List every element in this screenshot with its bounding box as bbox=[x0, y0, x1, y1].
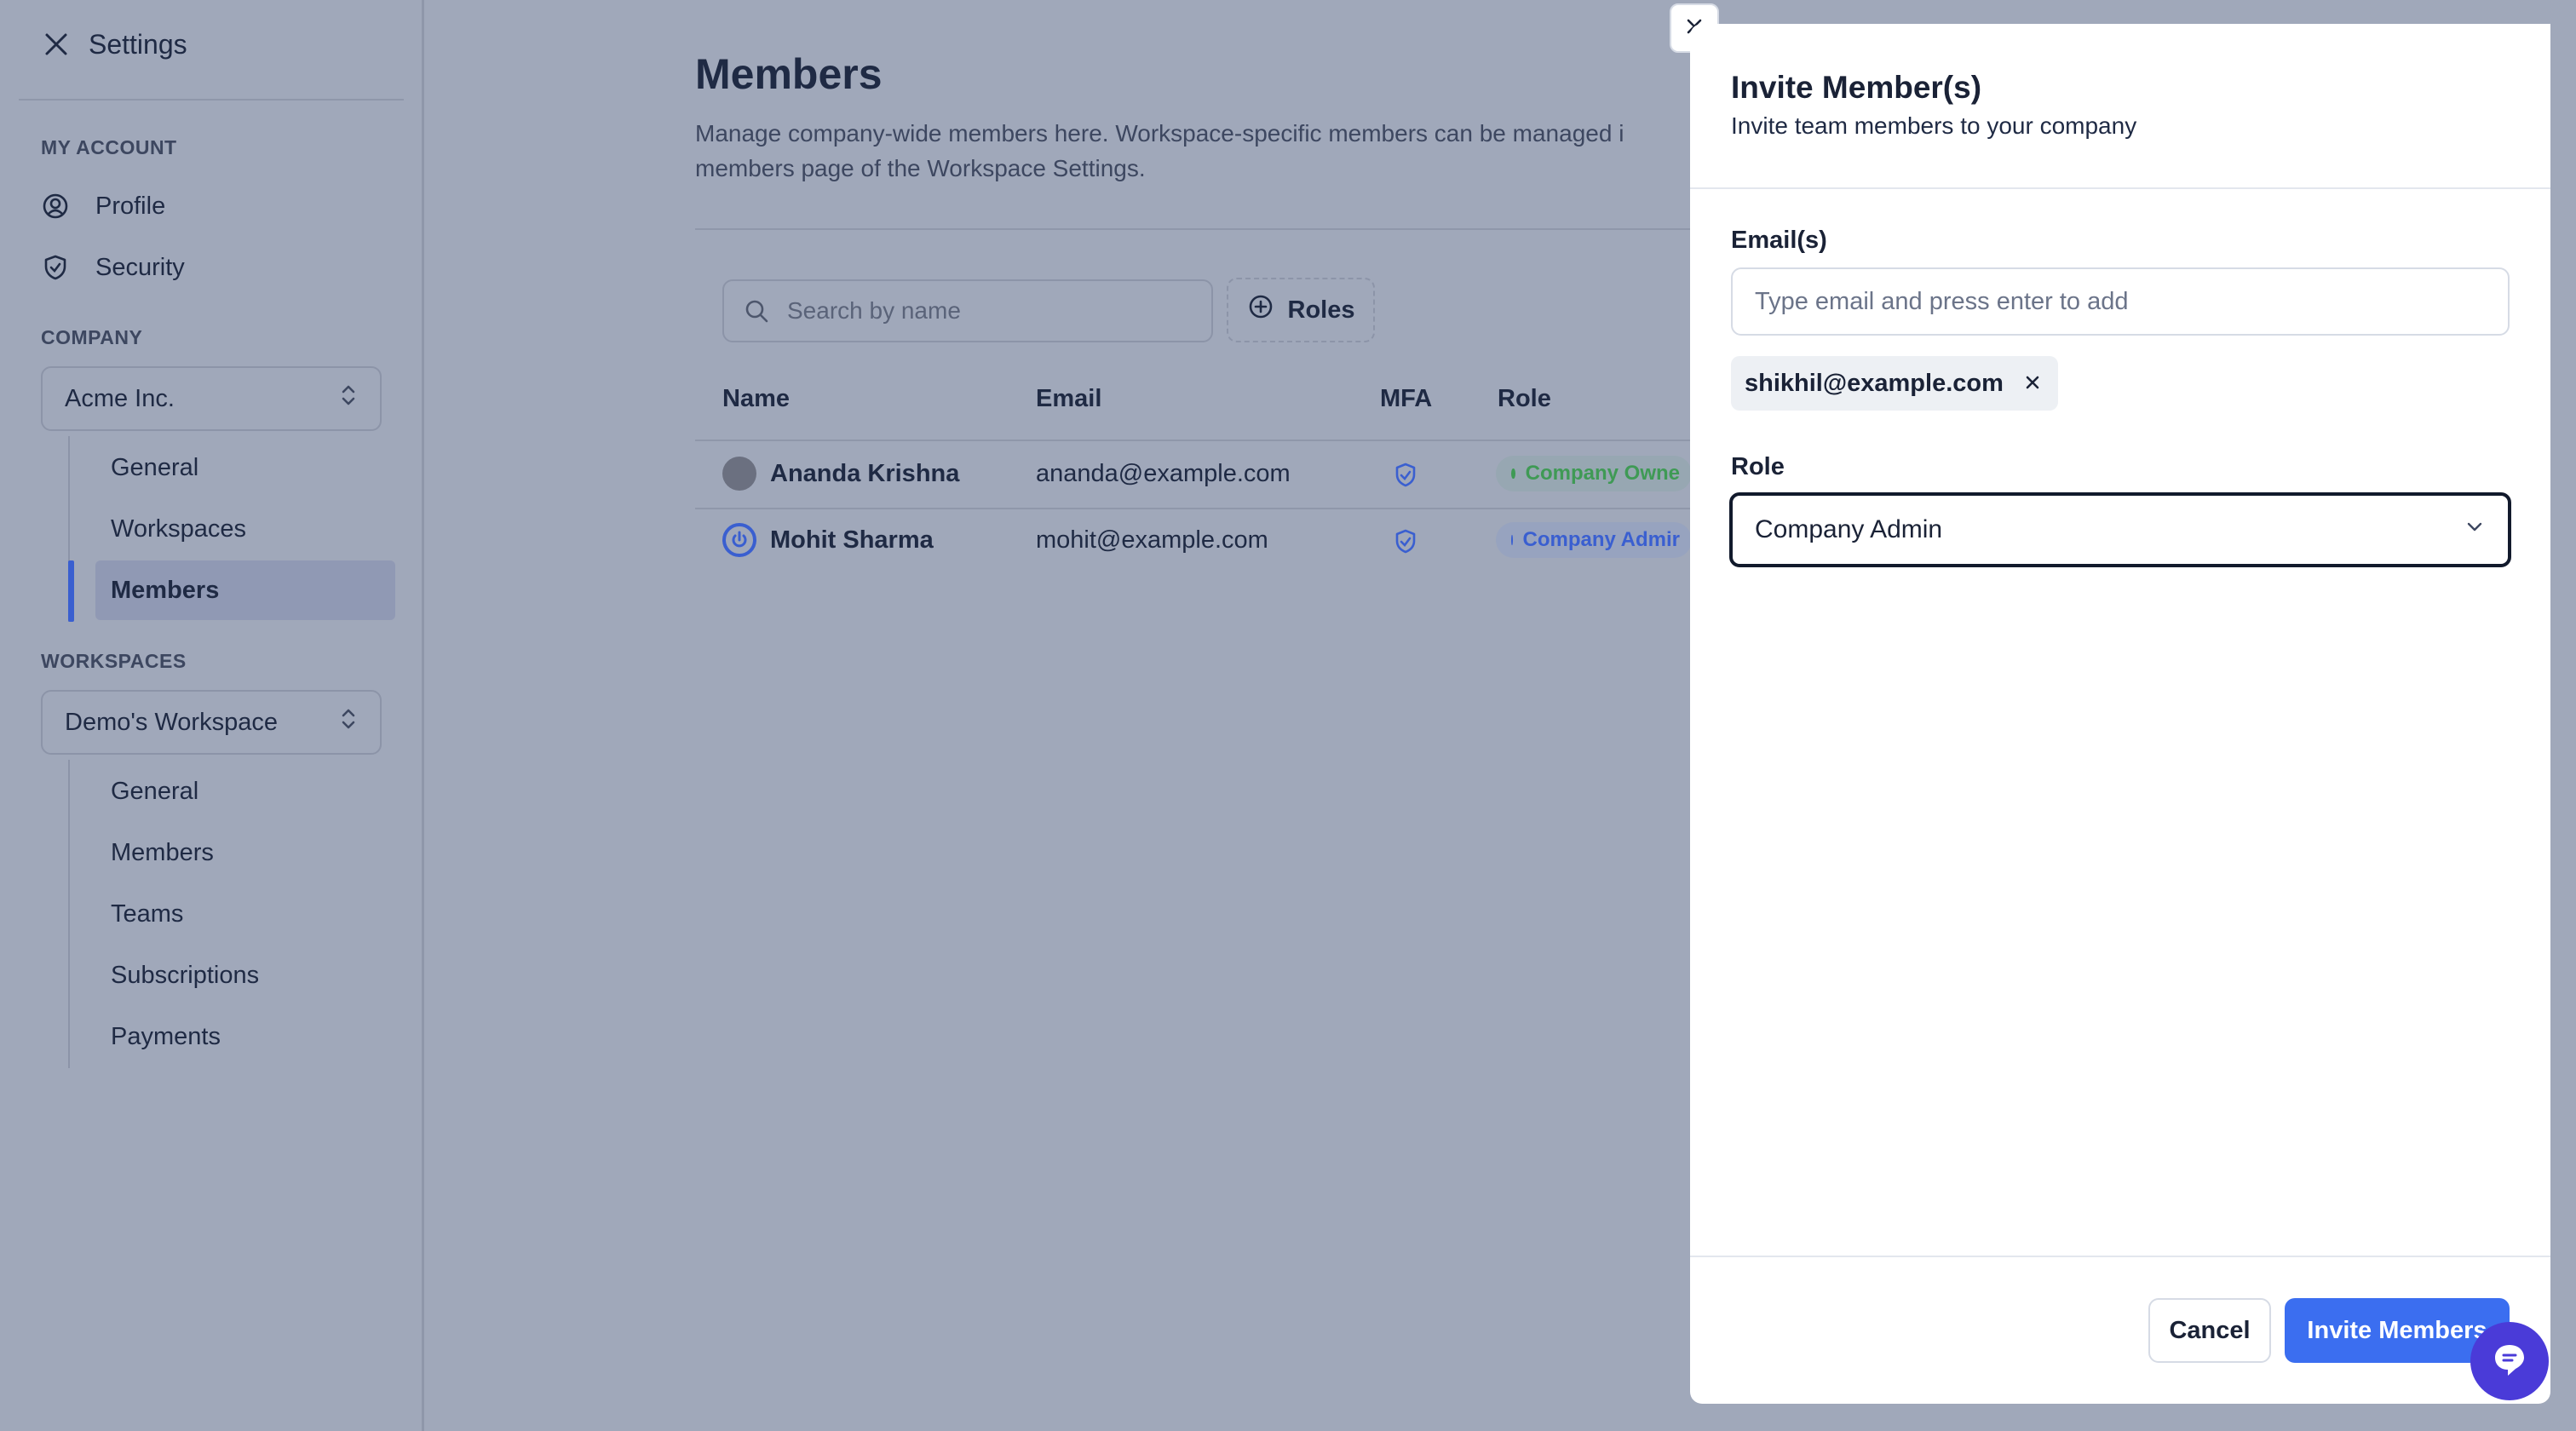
sidebar-item-security[interactable]: Security bbox=[41, 244, 185, 291]
sidebar-item-label: Security bbox=[95, 253, 185, 281]
roles-filter-button[interactable]: Roles bbox=[1227, 278, 1375, 342]
sidebar-item-workspace-teams[interactable]: Teams bbox=[111, 890, 183, 938]
table-row[interactable]: Ananda Krishna bbox=[722, 455, 959, 492]
member-name: Ananda Krishna bbox=[770, 459, 960, 487]
sidebar-divider bbox=[19, 99, 404, 101]
sidebar-item-workspace-subscriptions[interactable]: Subscriptions bbox=[111, 951, 259, 999]
column-header-role[interactable]: Role bbox=[1498, 385, 1551, 413]
modal-title: Invite Member(s) bbox=[1731, 70, 1982, 105]
role-label: Role bbox=[1731, 453, 1785, 480]
avatar bbox=[722, 523, 756, 557]
email-chip-label: shikhil@example.com bbox=[1745, 369, 2004, 397]
chevron-down-icon bbox=[2464, 515, 2486, 544]
company-select-value: Acme Inc. bbox=[65, 384, 175, 412]
sidebar-header: Settings bbox=[39, 26, 187, 63]
status-dot bbox=[1511, 535, 1513, 545]
role-badge-label: Company Owne bbox=[1525, 462, 1680, 485]
chevron-up-down-icon bbox=[339, 382, 358, 415]
user-circle-icon bbox=[41, 192, 70, 221]
sidebar-item-label: Profile bbox=[95, 192, 166, 220]
role-badge: Company Admir bbox=[1496, 522, 1692, 558]
emails-label: Email(s) bbox=[1731, 227, 1827, 254]
remove-chip-icon[interactable] bbox=[2024, 370, 2041, 398]
table-row-divider bbox=[695, 440, 1803, 441]
sidebar-item-workspace-members[interactable]: Members bbox=[111, 829, 214, 876]
roles-button-label: Roles bbox=[1287, 296, 1355, 324]
role-badge-label: Company Admir bbox=[1522, 528, 1680, 551]
section-heading-my-account: MY ACCOUNT bbox=[41, 136, 177, 158]
page-divider bbox=[695, 228, 1803, 230]
search-placeholder: Search by name bbox=[787, 297, 961, 324]
workspace-select-value: Demo's Workspace bbox=[65, 708, 278, 736]
section-heading-workspaces: WORKSPACES bbox=[41, 650, 187, 672]
table-row-divider bbox=[695, 508, 1803, 509]
member-email: mohit@example.com bbox=[1036, 526, 1268, 554]
shield-icon bbox=[41, 253, 70, 282]
column-header-name[interactable]: Name bbox=[722, 385, 790, 413]
invite-members-panel: Invite Member(s) Invite team members to … bbox=[1690, 24, 2550, 1404]
role-badge: Company Owne bbox=[1496, 456, 1692, 491]
page-title: Members bbox=[695, 50, 883, 98]
sidebar-item-company-workspaces[interactable]: Workspaces bbox=[111, 505, 246, 553]
sidebar-title: Settings bbox=[89, 28, 187, 60]
cancel-button[interactable]: Cancel bbox=[2148, 1298, 2271, 1363]
plus-circle-icon bbox=[1247, 293, 1274, 327]
chat-bubble-icon bbox=[2488, 1338, 2531, 1385]
member-name: Mohit Sharma bbox=[770, 526, 934, 554]
sidebar-item-workspace-general[interactable]: General bbox=[111, 767, 198, 815]
email-field[interactable]: Type email and press enter to add bbox=[1731, 267, 2510, 336]
close-icon[interactable] bbox=[39, 27, 73, 61]
workspace-subnav-rail bbox=[68, 760, 70, 1068]
settings-sidebar: Settings MY ACCOUNT Profile Security COM… bbox=[0, 0, 424, 1431]
sidebar-item-company-general[interactable]: General bbox=[111, 444, 198, 491]
table-row[interactable]: Mohit Sharma bbox=[722, 521, 934, 559]
status-dot bbox=[1511, 468, 1515, 479]
active-indicator bbox=[68, 560, 74, 622]
role-select-value: Company Admin bbox=[1755, 515, 1943, 543]
sidebar-item-company-members[interactable]: Members bbox=[95, 560, 395, 620]
search-icon bbox=[743, 297, 770, 325]
company-select[interactable]: Acme Inc. bbox=[41, 366, 382, 431]
workspace-select[interactable]: Demo's Workspace bbox=[41, 690, 382, 755]
modal-subtitle: Invite team members to your company bbox=[1731, 112, 2137, 139]
search-input[interactable]: Search by name bbox=[722, 279, 1213, 342]
sidebar-item-profile[interactable]: Profile bbox=[41, 182, 165, 230]
chevron-up-down-icon bbox=[339, 706, 358, 738]
modal-header-divider bbox=[1690, 187, 2550, 189]
chat-support-button[interactable] bbox=[2470, 1322, 2549, 1400]
modal-footer-divider bbox=[1690, 1256, 2550, 1257]
email-chip: shikhil@example.com bbox=[1731, 356, 2058, 411]
column-header-mfa[interactable]: MFA bbox=[1380, 385, 1432, 413]
column-header-email[interactable]: Email bbox=[1036, 385, 1101, 413]
email-placeholder: Type email and press enter to add bbox=[1755, 287, 2129, 315]
sidebar-item-workspace-payments[interactable]: Payments bbox=[111, 1013, 221, 1060]
mfa-shield-icon bbox=[1394, 523, 1417, 560]
section-heading-company: COMPANY bbox=[41, 326, 143, 348]
mfa-shield-icon bbox=[1394, 457, 1417, 494]
page-description: Manage company-wide members here. Worksp… bbox=[695, 120, 1624, 181]
avatar bbox=[722, 457, 756, 491]
role-select[interactable]: Company Admin bbox=[1729, 492, 2511, 567]
member-email: ananda@example.com bbox=[1036, 459, 1291, 487]
